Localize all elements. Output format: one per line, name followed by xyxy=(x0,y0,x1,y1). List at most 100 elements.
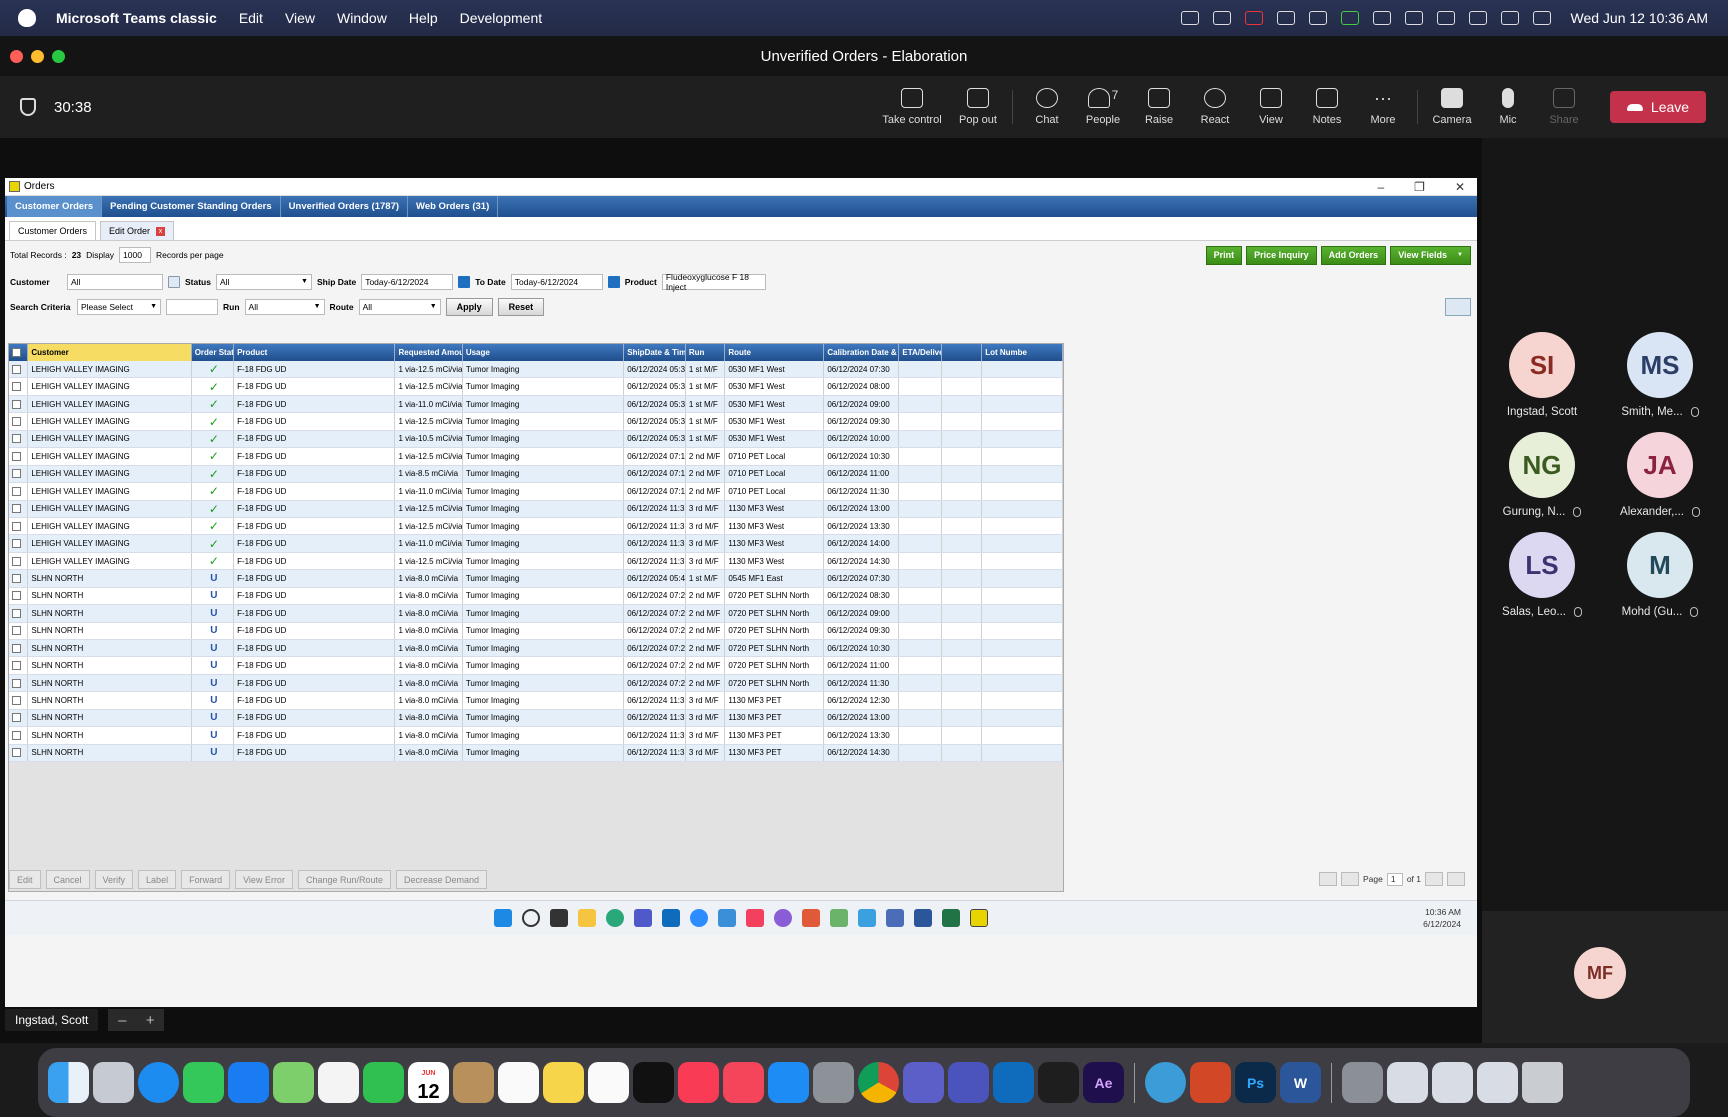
photoshop-icon[interactable]: Ps xyxy=(1235,1062,1276,1103)
column-header[interactable]: Calibration Date & Ti xyxy=(824,344,900,361)
page-input[interactable]: 1 xyxy=(1386,872,1403,886)
checkmark-app-icon[interactable] xyxy=(718,909,736,927)
minimize-window-icon[interactable] xyxy=(31,50,44,63)
view-fields-button[interactable]: View Fields ▼ xyxy=(1390,245,1471,265)
column-header[interactable]: Customer xyxy=(28,344,192,361)
close-tab-icon[interactable]: x xyxy=(156,226,166,236)
next-page-icon[interactable] xyxy=(1425,872,1443,886)
table-row[interactable]: SLHN NORTH U F-18 FDG UD 1 via-8.0 mCi/via T… xyxy=(9,674,1064,693)
cancel-button[interactable]: Cancel xyxy=(45,870,90,889)
decrease-demand-button[interactable]: Decrease Demand xyxy=(396,870,488,889)
status-recorder-icon[interactable] xyxy=(1372,11,1391,25)
powerpoint-icon[interactable] xyxy=(1190,1062,1231,1103)
tab-pending-standing-orders[interactable]: Pending Customer Standing Orders xyxy=(102,196,281,217)
take-control-button[interactable]: Take control xyxy=(874,88,950,126)
table-row[interactable]: LEHIGH VALLEY IMAGING ✓ F-18 FDG UD 1 via-1… xyxy=(9,413,1064,431)
contacts-icon[interactable] xyxy=(453,1062,494,1103)
copilot-icon[interactable] xyxy=(774,909,792,927)
close-icon[interactable]: ✕ xyxy=(1455,180,1465,194)
view-error-button[interactable]: View Error xyxy=(235,870,293,889)
first-page-icon[interactable] xyxy=(1318,872,1337,886)
row-checkbox[interactable] xyxy=(9,517,29,535)
leave-button[interactable]: Leave xyxy=(1610,91,1706,123)
pop-out-button[interactable]: Pop out xyxy=(950,88,1006,126)
minimized-window-icon[interactable] xyxy=(1477,1062,1518,1103)
status-network-icon[interactable] xyxy=(1276,11,1295,25)
minimize-icon[interactable]: – xyxy=(1377,180,1384,194)
search-criteria-input[interactable] xyxy=(166,298,218,315)
menu-edit[interactable]: Edit xyxy=(239,10,263,26)
table-row[interactable]: LEHIGH VALLEY IMAGING ✓ F-18 FDG UD 1 via-1… xyxy=(9,430,1064,449)
column-header[interactable]: Lot Numbe xyxy=(982,344,1064,361)
row-checkbox[interactable] xyxy=(9,587,29,605)
edge-icon[interactable] xyxy=(606,909,624,927)
remote-desktop-icon[interactable] xyxy=(886,909,904,927)
calendar-icon[interactable] xyxy=(607,275,620,288)
file-explorer-icon[interactable] xyxy=(578,909,596,927)
menu-app-name[interactable]: Microsoft Teams classic xyxy=(56,10,217,26)
table-row[interactable]: LEHIGH VALLEY IMAGING ✓ F-18 FDG UD 1 via-8… xyxy=(9,465,1064,484)
table-row[interactable]: SLHN NORTH U F-18 FDG UD 1 via-8.0 mCi/via T… xyxy=(9,709,1064,728)
table-row[interactable]: SLHN NORTH U F-18 FDG UD 1 via-8.0 mCi/via T… xyxy=(9,605,1064,623)
participant-tile[interactable]: JA Alexander,... xyxy=(1600,432,1720,518)
restore-icon[interactable]: ❐ xyxy=(1414,180,1425,194)
participant-tile[interactable]: SI Ingstad, Scott xyxy=(1482,332,1602,418)
edit-button[interactable]: Edit xyxy=(9,870,41,889)
row-checkbox[interactable] xyxy=(9,361,29,378)
participant-tile[interactable]: MS Smith, Me... xyxy=(1600,332,1720,418)
table-row[interactable]: LEHIGH VALLEY IMAGING ✓ F-18 FDG UD 1 via-1… xyxy=(9,552,1064,571)
column-header[interactable]: ETA/Deliver xyxy=(899,344,942,361)
minimized-window-icon[interactable] xyxy=(1432,1062,1473,1103)
menu-view[interactable]: View xyxy=(285,10,315,26)
table-row[interactable]: SLHN NORTH U F-18 FDG UD 1 via-8.0 mCi/via T… xyxy=(9,622,1064,640)
column-header[interactable] xyxy=(942,344,983,361)
row-checkbox[interactable] xyxy=(9,744,29,762)
subtab-edit-order[interactable]: Edit Order x xyxy=(100,221,175,240)
news-icon[interactable] xyxy=(723,1062,764,1103)
zoom-in-icon[interactable]: + xyxy=(146,1012,155,1029)
select-all-checkbox[interactable] xyxy=(9,344,29,361)
figma-icon[interactable] xyxy=(1038,1062,1079,1103)
menu-development[interactable]: Development xyxy=(460,10,543,26)
table-row[interactable]: LEHIGH VALLEY IMAGING ✓ F-18 FDG UD 1 via-1… xyxy=(9,500,1064,518)
messages-icon[interactable] xyxy=(183,1062,224,1103)
freeform-icon[interactable] xyxy=(588,1062,629,1103)
add-orders-button[interactable]: Add Orders xyxy=(1320,245,1387,265)
row-checkbox[interactable] xyxy=(9,622,29,639)
calendar-icon[interactable] xyxy=(458,275,471,288)
wifi-icon[interactable] xyxy=(1468,11,1487,25)
status-mcafee-icon[interactable] xyxy=(1244,11,1263,25)
tab-web-orders[interactable]: Web Orders (31) xyxy=(408,196,499,217)
table-row[interactable]: SLHN NORTH U F-18 FDG UD 1 via-8.0 mCi/via T… xyxy=(9,727,1064,745)
word-icon[interactable]: W xyxy=(1280,1062,1321,1103)
outlook-taskbar-icon[interactable] xyxy=(662,909,680,927)
settings-icon[interactable] xyxy=(813,1062,854,1103)
price-inquiry-button[interactable]: Price Inquiry xyxy=(1246,245,1317,265)
table-row[interactable]: LEHIGH VALLEY IMAGING ✓ F-18 FDG UD 1 via-1… xyxy=(9,448,1064,466)
table-row[interactable]: LEHIGH VALLEY IMAGING ✓ F-18 FDG UD 1 via-1… xyxy=(9,483,1064,501)
zoom-window-icon[interactable] xyxy=(52,50,65,63)
table-row[interactable]: LEHIGH VALLEY IMAGING ✓ F-18 FDG UD 1 via-1… xyxy=(9,395,1064,414)
ship-date-input[interactable]: Today-6/12/2024 xyxy=(361,273,454,290)
row-checkbox[interactable] xyxy=(9,552,29,570)
table-row[interactable]: LEHIGH VALLEY IMAGING ✓ F-18 FDG UD 1 via-1… xyxy=(9,378,1064,396)
menu-clock[interactable]: Wed Jun 12 10:36 AM xyxy=(1571,10,1709,26)
change-run-route-button[interactable]: Change Run/Route xyxy=(297,870,392,889)
customer-filter-input[interactable]: All xyxy=(67,273,163,290)
spotlight-icon[interactable] xyxy=(1500,11,1519,25)
excel-taskbar-icon[interactable] xyxy=(942,909,960,927)
finder-icon[interactable] xyxy=(48,1062,89,1103)
self-video-tile[interactable]: MF xyxy=(1482,911,1728,1043)
music-icon[interactable] xyxy=(678,1062,719,1103)
trash-icon[interactable] xyxy=(1522,1062,1563,1103)
row-checkbox[interactable] xyxy=(9,535,29,552)
row-checkbox[interactable] xyxy=(9,448,29,465)
camera-button[interactable]: Camera xyxy=(1424,88,1480,126)
subtab-customer-orders[interactable]: Customer Orders xyxy=(9,221,97,240)
row-checkbox[interactable] xyxy=(9,657,29,674)
bluetooth-icon[interactable] xyxy=(1404,11,1423,25)
row-checkbox[interactable] xyxy=(9,465,29,483)
whiteboard-icon[interactable] xyxy=(830,909,848,927)
mail-icon[interactable] xyxy=(228,1062,269,1103)
prev-page-icon[interactable] xyxy=(1340,872,1359,886)
